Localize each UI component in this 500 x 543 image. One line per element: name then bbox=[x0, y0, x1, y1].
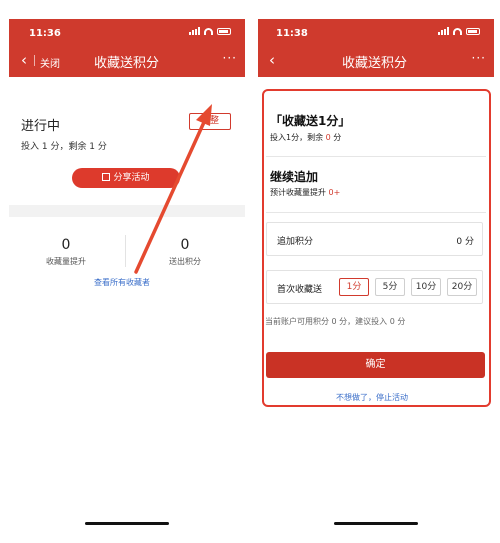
signal-icon bbox=[438, 27, 449, 35]
home-indicator bbox=[334, 522, 418, 525]
view-all-favoriters-link[interactable]: 查看所有收藏者 bbox=[94, 277, 150, 288]
section-separator bbox=[9, 205, 245, 217]
share-activity-label: 分享活动 bbox=[113, 173, 150, 183]
add-points-value[interactable]: 0 分 bbox=[456, 234, 474, 247]
section-divider bbox=[266, 156, 486, 157]
continue-add-heading: 继续追加 bbox=[270, 170, 319, 184]
confirm-button[interactable]: 确定 bbox=[266, 352, 485, 378]
activity-remaining: 投入1分，剩余 0 分 bbox=[270, 132, 341, 143]
remaining-suffix: 分 bbox=[330, 133, 342, 142]
wifi-icon bbox=[204, 27, 213, 35]
activity-title: 「收藏送1分」 bbox=[270, 114, 351, 128]
add-points-field[interactable]: 追加积分 0 分 bbox=[266, 222, 483, 256]
signal-icon bbox=[189, 27, 200, 35]
option-1-point[interactable]: 1分 bbox=[339, 278, 369, 296]
activity-status: 进行中 bbox=[21, 119, 61, 134]
stat-label: 收藏量提升 bbox=[46, 257, 86, 266]
stat-value: 0 bbox=[180, 237, 190, 253]
stat-favorites-increase: 0 收藏量提升 bbox=[26, 237, 106, 267]
option-5-points[interactable]: 5分 bbox=[375, 278, 405, 296]
right-phone-screen: 11:38 ‹ 收藏送积分 ··· 「收藏送1分」 投入1分，剩余 0 分 继续… bbox=[258, 19, 494, 532]
left-phone-screen: 11:36 ‹ 关闭 收藏送积分 ··· 进行中 投入 1 分，剩余 1 分 调… bbox=[9, 19, 245, 532]
back-arrow-icon[interactable]: ‹ bbox=[21, 51, 27, 69]
close-button[interactable]: 关闭 bbox=[40, 55, 60, 70]
expected-prefix: 预计收藏量提升 bbox=[270, 188, 329, 197]
expected-increase: 预计收藏量提升 0+ bbox=[270, 187, 340, 198]
option-20-points[interactable]: 20分 bbox=[447, 278, 477, 296]
share-activity-button[interactable]: 分享活动 bbox=[72, 168, 180, 188]
page-title: 收藏送积分 bbox=[342, 56, 408, 71]
share-icon bbox=[102, 173, 111, 181]
activity-points-summary: 投入 1 分，剩余 1 分 bbox=[21, 142, 107, 152]
stat-label: 送出积分 bbox=[169, 257, 201, 266]
stop-activity-link[interactable]: 不想做了，停止活动 bbox=[336, 392, 408, 403]
status-icons bbox=[189, 27, 231, 35]
stat-divider bbox=[125, 235, 126, 267]
add-points-label: 追加积分 bbox=[277, 237, 314, 247]
wifi-icon bbox=[453, 27, 462, 35]
more-menu-icon[interactable]: ··· bbox=[472, 51, 486, 65]
battery-icon bbox=[217, 27, 231, 35]
adjust-button[interactable]: 调整 bbox=[189, 113, 231, 130]
more-menu-icon[interactable]: ··· bbox=[223, 51, 237, 65]
stat-points-given: 0 送出积分 bbox=[145, 237, 225, 267]
status-icons bbox=[438, 27, 480, 35]
app-bar: 11:38 ‹ 收藏送积分 ··· bbox=[258, 19, 494, 77]
available-points-hint: 当前账户可用积分 0 分，建议投入 0 分 bbox=[265, 317, 406, 326]
nav-divider bbox=[34, 55, 35, 66]
section-divider bbox=[266, 212, 486, 213]
first-favorite-label: 首次收藏送 bbox=[277, 285, 323, 295]
first-favorite-reward: 首次收藏送 1分 5分 10分 20分 bbox=[266, 270, 483, 304]
stat-value: 0 bbox=[61, 237, 71, 253]
battery-icon bbox=[466, 27, 480, 35]
app-bar: 11:36 ‹ 关闭 收藏送积分 ··· bbox=[9, 19, 245, 77]
expected-value: 0+ bbox=[328, 188, 341, 197]
status-time: 11:36 bbox=[29, 28, 61, 39]
status-time: 11:38 bbox=[276, 28, 308, 39]
page-title: 收藏送积分 bbox=[94, 56, 160, 71]
back-arrow-icon[interactable]: ‹ bbox=[269, 51, 275, 69]
option-10-points[interactable]: 10分 bbox=[411, 278, 441, 296]
remaining-prefix: 投入1分，剩余 bbox=[270, 133, 326, 142]
home-indicator bbox=[85, 522, 169, 525]
screenshot-stage: 11:36 ‹ 关闭 收藏送积分 ··· 进行中 投入 1 分，剩余 1 分 调… bbox=[0, 0, 500, 543]
